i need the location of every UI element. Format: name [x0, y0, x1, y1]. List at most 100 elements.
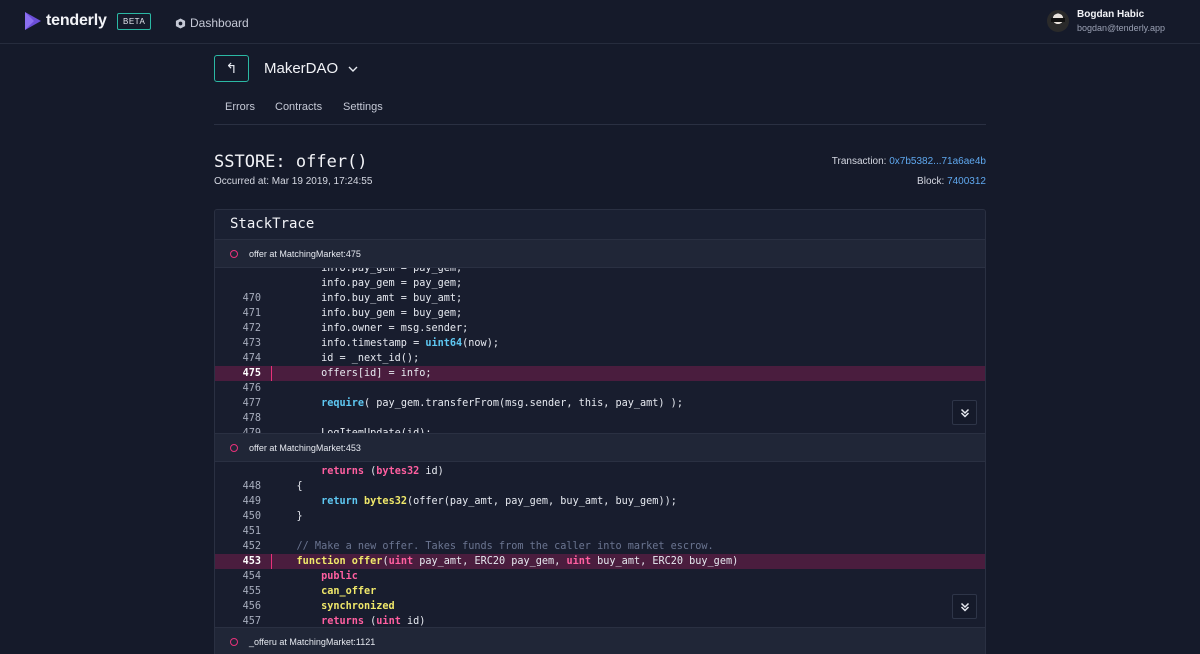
code-line: 476 — [215, 381, 985, 396]
code-line: info.pay_gem = pay_gem; — [215, 268, 985, 276]
stack-frame-label: _offeru at MatchingMarket:1121 — [249, 636, 376, 647]
code-snippet: info.pay_gem = pay_gem; info.pay_gem = p… — [215, 268, 985, 434]
expand-code-button[interactable] — [952, 400, 977, 425]
error-title: SSTORE: offer() — [214, 152, 368, 172]
line-number: 451 — [242, 526, 261, 537]
stack-frame-header[interactable]: offer at MatchingMarket:453 — [215, 434, 985, 462]
line-number: 449 — [242, 496, 261, 507]
stack-frame-label: offer at MatchingMarket:475 — [249, 248, 361, 259]
highlighted-code-line: 475 offers[id] = info; — [215, 366, 985, 381]
code-text: return bytes32(offer(pay_amt, pay_gem, b… — [321, 496, 677, 507]
line-number: 452 — [242, 541, 261, 552]
code-text: info.buy_amt = buy_amt; — [272, 293, 463, 304]
user-email: bogdan@tenderly.app — [1077, 23, 1166, 33]
code-line: 473 info.timestamp = uint64(now); — [215, 336, 985, 351]
code-text: public — [321, 571, 358, 582]
avatar — [1047, 10, 1069, 32]
code-snippet: returns (bytes32 id) 448 {449 return byte… — [215, 462, 985, 628]
code-line: 472 info.owner = msg.sender; — [215, 321, 985, 336]
line-number: 479 — [242, 428, 261, 434]
line-marker — [271, 411, 272, 426]
line-number: 448 — [242, 481, 261, 492]
code-text: function offer(uint pay_amt, ERC20 pay_g… — [296, 556, 739, 567]
line-marker — [271, 524, 272, 539]
double-chevron-down-icon — [960, 408, 969, 418]
highlighted-code-line: 453 function offer(uint pay_amt, ERC20 p… — [215, 554, 985, 569]
code-line: 478 — [215, 411, 985, 426]
tab-errors[interactable]: Errors — [225, 101, 255, 113]
code-text: id = _next_id(); — [272, 353, 420, 364]
line-number — [215, 268, 261, 276]
code-line: 471 info.buy_gem = buy_gem; — [215, 306, 985, 321]
code-line: 448 { — [215, 479, 985, 494]
stack-frame-header[interactable]: offer at MatchingMarket:475 — [215, 240, 985, 268]
line-number: 455 — [242, 586, 261, 597]
line-number: 470 — [242, 293, 261, 304]
code-text: can_offer — [321, 586, 377, 597]
code-text: require( pay_gem.transferFrom(msg.sender… — [321, 398, 683, 409]
line-number: 453 — [242, 556, 261, 567]
line-number: 473 — [242, 338, 261, 349]
user-name: Bogdan Habic — [1077, 9, 1145, 20]
code-text: info.buy_gem = buy_gem; — [272, 308, 463, 319]
back-button[interactable]: ↰ — [214, 55, 249, 82]
code-line: 449 return bytes32(offer(pay_amt, pay_ge… — [215, 494, 985, 509]
dashboard-link[interactable]: Dashboard — [175, 16, 249, 30]
line-number: 456 — [242, 601, 261, 612]
block-info: Block: 7400312 — [917, 176, 986, 187]
transaction-info: Transaction: 0x7b5382...71a6ae4b — [832, 156, 986, 167]
code-text: info.owner = msg.sender; — [272, 323, 469, 334]
error-circle-icon — [230, 638, 238, 646]
code-line: 451 — [215, 524, 985, 539]
line-number — [215, 276, 261, 291]
stack-frame-label: offer at MatchingMarket:453 — [249, 442, 361, 453]
stack-frame-header[interactable]: _offeru at MatchingMarket:1121 — [215, 628, 985, 654]
top-navbar: tenderly BETA Dashboard Bogdan Habic bog… — [0, 0, 1200, 44]
block-label: Block: — [917, 176, 948, 187]
transaction-label: Transaction: — [831, 156, 890, 167]
code-line: 457 returns (uint id) — [215, 614, 985, 627]
tab-contracts[interactable]: Contracts — [275, 101, 322, 113]
code-text: } — [272, 511, 303, 522]
code-line: 450 } — [215, 509, 985, 524]
hexagon-icon — [175, 17, 186, 29]
code-text: LogItemUpdate(id); — [272, 428, 432, 434]
code-line: 452 // Make a new offer. Takes funds fro… — [215, 539, 985, 554]
code-line: 474 id = _next_id(); — [215, 351, 985, 366]
expand-code-button[interactable] — [952, 594, 977, 619]
line-number: 475 — [242, 368, 261, 379]
code-text: // Make a new offer. Takes funds from th… — [272, 541, 714, 552]
code-text: info.pay_gem = pay_gem; — [272, 278, 463, 289]
app-logo[interactable]: tenderly — [24, 11, 107, 31]
code-line: info.pay_gem = pay_gem; — [215, 276, 985, 291]
line-number: 477 — [242, 398, 261, 409]
code-text: synchronized — [321, 601, 395, 612]
code-line: 470 info.buy_amt = buy_amt; — [215, 291, 985, 306]
line-number: 472 — [242, 323, 261, 334]
transaction-hash-link[interactable]: 0x7b5382...71a6ae4b — [889, 156, 986, 167]
line-number: 474 — [242, 353, 261, 364]
chevron-down-icon — [348, 66, 358, 72]
code-text: { — [272, 481, 303, 492]
project-selector[interactable]: MakerDAO — [264, 60, 358, 77]
code-line: 454 public — [215, 569, 985, 584]
code-text: returns (uint id) — [321, 616, 426, 627]
line-number: 450 — [242, 511, 261, 522]
code-line: 456 synchronized — [215, 599, 985, 614]
block-number-link[interactable]: 7400312 — [947, 176, 986, 187]
beta-badge: BETA — [117, 13, 152, 30]
code-text: offers[id] = info; — [272, 368, 432, 379]
user-menu[interactable]: Bogdan Habic bogdan@tenderly.app — [1047, 9, 1165, 33]
line-number: 478 — [242, 413, 261, 424]
error-circle-icon — [230, 444, 238, 452]
project-tabs: Errors Contracts Settings — [214, 94, 986, 125]
error-timestamp: Occurred at: Mar 19 2019, 17:24:55 — [214, 176, 373, 187]
line-number: 457 — [242, 616, 261, 627]
back-arrow-icon: ↰ — [225, 60, 238, 76]
error-circle-icon — [230, 250, 238, 258]
code-line: returns (bytes32 id) — [215, 464, 985, 479]
stacktrace-title: StackTrace — [215, 210, 985, 240]
tab-settings[interactable]: Settings — [343, 101, 383, 113]
double-chevron-down-icon — [960, 602, 969, 612]
line-number: 476 — [242, 383, 261, 394]
